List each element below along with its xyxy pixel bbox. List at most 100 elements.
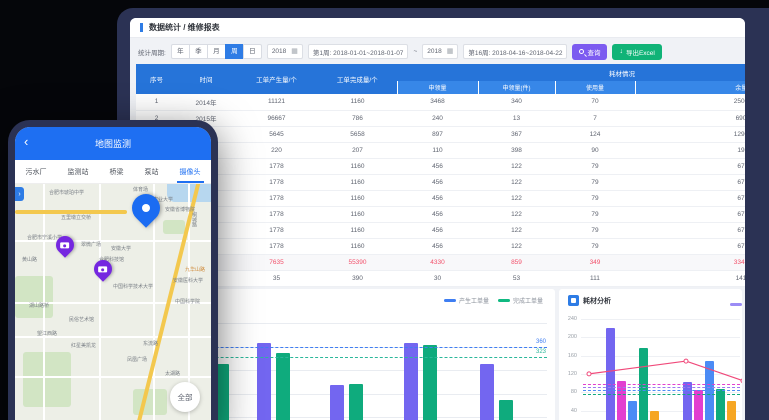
table-cell: 859: [478, 254, 555, 270]
range-start-input[interactable]: 第1周: 2018-01-01~2018-01-07: [308, 44, 409, 59]
table-row: 22015年96667786240137690: [136, 110, 745, 126]
header-created: 工单产生量/个: [235, 64, 318, 94]
table-cell: 207: [318, 142, 397, 158]
table-cell: 122: [478, 190, 555, 206]
table-cell: 2014年: [177, 94, 235, 110]
table-row: 8第15周177811604561227967: [136, 206, 745, 222]
bar[interactable]: [499, 400, 513, 420]
map-expand-button[interactable]: ›: [15, 187, 24, 201]
back-icon[interactable]: ‹: [24, 135, 28, 148]
subheader-余量: 余量: [635, 81, 745, 94]
consumables-line-series: [559, 289, 742, 420]
bar[interactable]: [276, 353, 290, 420]
phone-tab-污水厂[interactable]: 污水厂: [26, 167, 47, 177]
bar[interactable]: [480, 364, 494, 420]
map-place-label: 望江西路: [37, 330, 57, 337]
table-cell: 456: [397, 158, 478, 174]
period-label: 统计周期:: [138, 47, 166, 57]
table-cell: 340: [478, 94, 555, 110]
map-place-label: 桐城路: [191, 212, 198, 227]
table-cell: 11121: [235, 94, 318, 110]
subheader-使用量: 使用量: [555, 81, 635, 94]
table-cell: 79: [555, 190, 635, 206]
table-cell: 456: [397, 206, 478, 222]
map-road: [99, 184, 101, 420]
subheader-申领量: 申领量: [397, 81, 478, 94]
table-row: 9第16周177811604561227967: [136, 222, 745, 238]
table-row: 10第17周177811604561227967: [136, 238, 745, 254]
table-cell: 690: [635, 110, 745, 126]
table-cell: 1160: [318, 206, 397, 222]
export-excel-button[interactable]: ↓ 导出Excel: [612, 44, 661, 60]
table-cell: 7635: [235, 254, 318, 270]
table-cell: 124: [555, 126, 635, 142]
range-end-value: 第16周: 2018-04-16~2018-04-22: [468, 47, 562, 57]
show-all-button[interactable]: 全部: [170, 382, 200, 412]
map-place-label: 中国科学技术大学: [113, 283, 153, 290]
period-option-季[interactable]: 季: [189, 44, 208, 59]
query-button[interactable]: 查询: [572, 44, 607, 60]
period-segmented-control: 年季月周日: [171, 44, 262, 59]
download-icon: ↓: [619, 48, 623, 55]
header-done: 工单完成量/个: [318, 64, 397, 94]
breadcrumb[interactable]: 数据统计 / 维修报表: [149, 22, 220, 33]
map-place-label: 凤凰广场: [127, 356, 147, 363]
filter-bar: 统计周期: 年季月周日 2018 ▦ 第1周: 2018-01-01~2018-…: [130, 39, 745, 64]
table-cell: 79: [555, 174, 635, 190]
map-place-label: 翠微广场: [81, 241, 101, 248]
table-cell: 55390: [318, 254, 397, 270]
year-start-select[interactable]: 2018 ▦: [267, 44, 303, 59]
table-cell: 1160: [318, 94, 397, 110]
phone-title: 地图监测: [95, 137, 131, 150]
header-consumables-group: 耗材情况: [397, 64, 745, 81]
bar[interactable]: [404, 343, 418, 420]
table-cell: 398: [478, 142, 555, 158]
bar[interactable]: [349, 384, 363, 420]
map-park: [163, 220, 185, 234]
table-cell: 367: [478, 126, 555, 142]
table-cell: 1778: [235, 222, 318, 238]
table-cell: 1160: [318, 222, 397, 238]
table-cell: 390: [318, 270, 397, 286]
table-cell: 79: [555, 206, 635, 222]
map-view[interactable]: 合肥市琥珀中学体育场安徽农业大学安徽省博物院五里墩立交桥桐城路合肥市宁溪小学翠微…: [15, 184, 211, 420]
phone-tab-摄像头[interactable]: 摄像头: [180, 167, 201, 177]
year-end-select[interactable]: 2018 ▦: [422, 44, 458, 59]
calendar-icon: ▦: [291, 48, 298, 55]
bar[interactable]: [423, 345, 437, 420]
table-cell: 1778: [235, 158, 318, 174]
map-place-label: 五里墩立交桥: [61, 214, 91, 221]
selected-camera-pin[interactable]: [126, 188, 166, 228]
period-option-年[interactable]: 年: [171, 44, 190, 59]
table-cell: 456: [397, 222, 478, 238]
table-row: 42017年2202071103989019: [136, 142, 745, 158]
period-option-周[interactable]: 周: [225, 44, 244, 59]
phone-tab-桥梁[interactable]: 桥梁: [110, 167, 124, 177]
map-place-label: 东流路: [143, 340, 158, 347]
phone-tab-泵站[interactable]: 泵站: [145, 167, 159, 177]
range-end-input[interactable]: 第16周: 2018-04-16~2018-04-22: [463, 44, 567, 59]
year-start-value: 2018: [272, 48, 286, 55]
phone-tab-监测站[interactable]: 监测站: [68, 167, 89, 177]
table-row: 32016年564556588973671241290: [136, 126, 745, 142]
phone-tab-bar: 污水厂 监测站 桥梁 泵站 摄像头: [15, 160, 211, 184]
phone-frame: ‹ 地图监测 污水厂监测站桥梁泵站摄像头 合肥市琥珀中学体: [8, 120, 218, 420]
map-place-label: 中国科学院: [175, 298, 200, 305]
period-option-日[interactable]: 日: [243, 44, 262, 59]
map-park: [15, 276, 53, 318]
table-cell: 1778: [235, 190, 318, 206]
query-button-label: 查询: [587, 47, 600, 57]
period-option-月[interactable]: 月: [207, 44, 226, 59]
bar[interactable]: [257, 343, 271, 420]
table-cell: 1160: [318, 158, 397, 174]
table-average-row: 平均值353903053111141: [136, 270, 745, 286]
map-park: [23, 352, 71, 407]
table-total-row: 合计76355539043308593493349: [136, 254, 745, 270]
table-cell: 240: [397, 110, 478, 126]
table-row: 12014年1112111603468340702500: [136, 94, 745, 110]
breadcrumb-accent-bar: [140, 23, 143, 32]
bar[interactable]: [330, 385, 344, 420]
map-place-label: 太湖路: [165, 370, 180, 377]
map-place-label: 合肥市琥珀中学: [49, 189, 84, 196]
screenshot-stage: 数据统计 / 维修报表 统计周期: 年季月周日 2018 ▦ 第1周: 2018…: [0, 0, 769, 420]
